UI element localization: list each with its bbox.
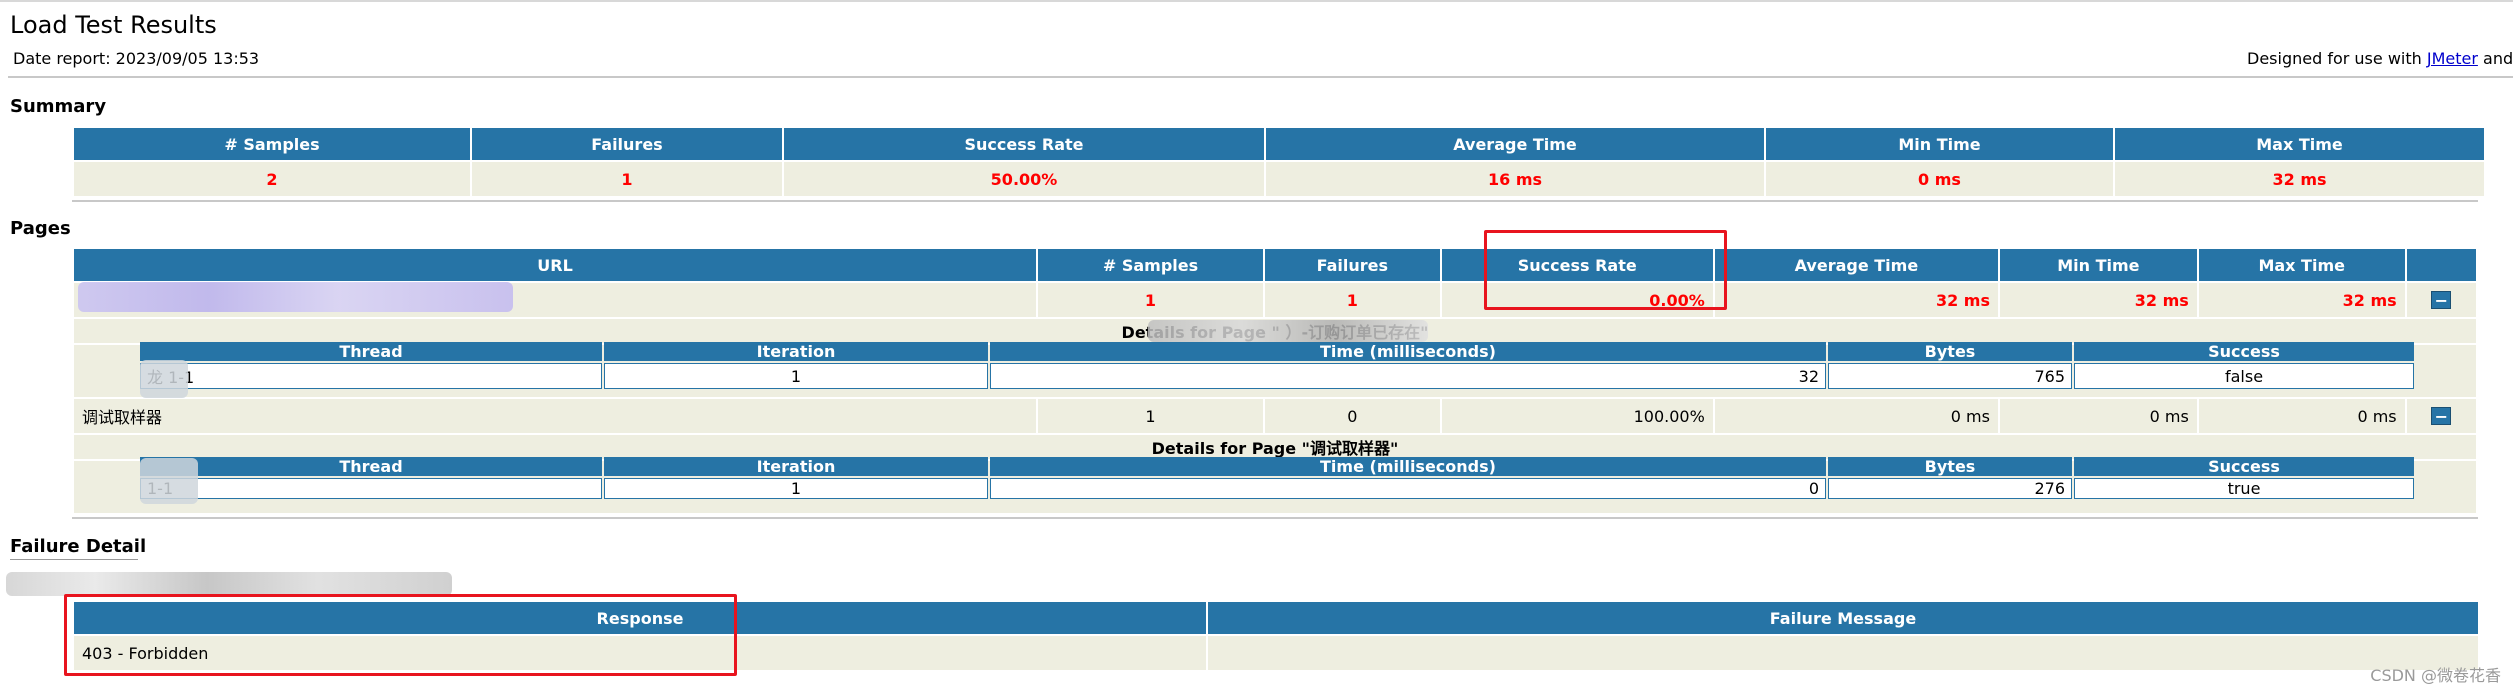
pages-col-min-time: Min Time <box>1999 249 2197 281</box>
page-average-time: 32 ms <box>1714 283 1998 317</box>
details-col-bytes: Bytes <box>1828 457 2072 476</box>
details-bytes: 765 <box>1828 363 2072 389</box>
page-average-time: 0 ms <box>1714 399 1998 433</box>
designed-prefix: Designed for use with <box>2247 49 2427 68</box>
summary-col-samples: # Samples <box>74 128 470 160</box>
pages-col-url: URL <box>74 249 1037 281</box>
failure-header-row: Response Failure Message <box>74 602 2478 634</box>
page-min-time: 0 ms <box>1999 399 2197 433</box>
collapse-details-button[interactable]: − <box>2431 290 2452 309</box>
page-row: 调试取样器 1 0 100.00% 0 ms 0 ms 0 ms − <box>74 399 2476 433</box>
details-header-row: Thread Iteration Time (milliseconds) Byt… <box>140 342 2414 361</box>
failure-response: 403 - Forbidden <box>74 636 1206 670</box>
failure-heading-underline <box>10 559 138 560</box>
details-thread: 龙 1-1 <box>140 363 602 389</box>
details-col-iteration: Iteration <box>604 457 988 476</box>
page-samples: 1 <box>1038 283 1263 317</box>
pages-col-failures: Failures <box>1264 249 1440 281</box>
and-text: and <box>2483 49 2513 68</box>
details-col-thread: Thread <box>140 457 602 476</box>
details-success: true <box>2074 478 2414 499</box>
page-success-rate: 0.00% <box>1441 283 1713 317</box>
details-header-row: Thread Iteration Time (milliseconds) Byt… <box>140 457 2414 476</box>
details-data-row: 龙 1-1 1 32 765 false <box>140 363 2414 389</box>
details-iteration: 1 <box>604 478 988 499</box>
page-failures: 1 <box>1264 283 1440 317</box>
summary-min-time-value: 0 ms <box>1766 162 2113 196</box>
pages-header-row: URL # Samples Failures Success Rate Aver… <box>74 249 2476 281</box>
summary-samples-value: 2 <box>74 162 470 196</box>
details-bytes: 276 <box>1828 478 2072 499</box>
page-max-time: 32 ms <box>2198 283 2405 317</box>
details-table: Thread Iteration Time (milliseconds) Byt… <box>138 455 2416 501</box>
pages-col-success-rate: Success Rate <box>1441 249 1713 281</box>
failure-detail-heading: Failure Detail <box>10 536 147 557</box>
details-col-bytes: Bytes <box>1828 342 2072 361</box>
summary-col-failures: Failures <box>472 128 782 160</box>
details-col-thread: Thread <box>140 342 602 361</box>
failure-message <box>1208 636 2478 670</box>
summary-success-rate-value: 50.00% <box>784 162 1264 196</box>
pages-col-average-time: Average Time <box>1714 249 1998 281</box>
failure-table: Response Failure Message 403 - Forbidden <box>72 600 2480 672</box>
page-title: Load Test Results <box>10 11 217 39</box>
redacted-thread <box>140 458 198 504</box>
summary-col-max-time: Max Time <box>2115 128 2484 160</box>
date-report: Date report: 2023/09/05 13:53 <box>13 49 260 68</box>
page-success-rate: 100.00% <box>1441 399 1713 433</box>
top-border <box>0 0 2513 2</box>
summary-header-row: # Samples Failures Success Rate Average … <box>74 128 2484 160</box>
summary-max-time-value: 32 ms <box>2115 162 2484 196</box>
details-time: 0 <box>990 478 1826 499</box>
redacted-page-name <box>1148 320 1428 342</box>
failure-data-row: 403 - Forbidden <box>74 636 2478 670</box>
pages-col-max-time: Max Time <box>2198 249 2405 281</box>
details-col-iteration: Iteration <box>604 342 988 361</box>
failure-col-response: Response <box>74 602 1206 634</box>
summary-value-row: 2 1 50.00% 16 ms 0 ms 32 ms <box>74 162 2484 196</box>
header-divider <box>8 76 2513 78</box>
designed-for-note: Designed for use with JMeter and A <box>2247 49 2513 68</box>
details-col-success: Success <box>2074 342 2414 361</box>
pages-col-samples: # Samples <box>1038 249 1263 281</box>
summary-heading: Summary <box>10 96 107 117</box>
collapse-details-button[interactable]: − <box>2431 406 2452 425</box>
redacted-failure-title <box>6 572 452 596</box>
page-max-time: 0 ms <box>2198 399 2405 433</box>
summary-divider <box>72 200 2478 202</box>
pages-col-toggle <box>2406 249 2476 281</box>
details-success: false <box>2074 363 2414 389</box>
jmeter-link[interactable]: JMeter <box>2427 49 2478 68</box>
page-toggle-cell: − <box>2406 399 2476 433</box>
page-failures: 0 <box>1264 399 1440 433</box>
details-col-success: Success <box>2074 457 2414 476</box>
summary-failures-value: 1 <box>472 162 782 196</box>
failure-col-message: Failure Message <box>1208 602 2478 634</box>
page-min-time: 32 ms <box>1999 283 2197 317</box>
details-table: Thread Iteration Time (milliseconds) Byt… <box>138 340 2416 391</box>
details-col-time: Time (milliseconds) <box>990 342 1826 361</box>
pages-heading: Pages <box>10 218 71 239</box>
summary-col-average-time: Average Time <box>1266 128 1764 160</box>
summary-col-min-time: Min Time <box>1766 128 2113 160</box>
details-data-row: 1-1 1 0 276 true <box>140 478 2414 499</box>
page-toggle-cell: − <box>2406 283 2476 317</box>
redacted-url <box>78 282 513 312</box>
details-time: 32 <box>990 363 1826 389</box>
details-iteration: 1 <box>604 363 988 389</box>
pages-divider <box>72 517 2478 519</box>
page-samples: 1 <box>1038 399 1263 433</box>
details-thread: 1-1 <box>140 478 602 499</box>
watermark: CSDN @微卷花香 <box>2370 666 2501 685</box>
details-col-time: Time (milliseconds) <box>990 457 1826 476</box>
summary-table: # Samples Failures Success Rate Average … <box>72 126 2486 198</box>
redacted-thread <box>140 360 188 398</box>
summary-col-success-rate: Success Rate <box>784 128 1264 160</box>
page-url: 调试取样器 <box>74 399 1037 433</box>
summary-average-time-value: 16 ms <box>1266 162 1764 196</box>
